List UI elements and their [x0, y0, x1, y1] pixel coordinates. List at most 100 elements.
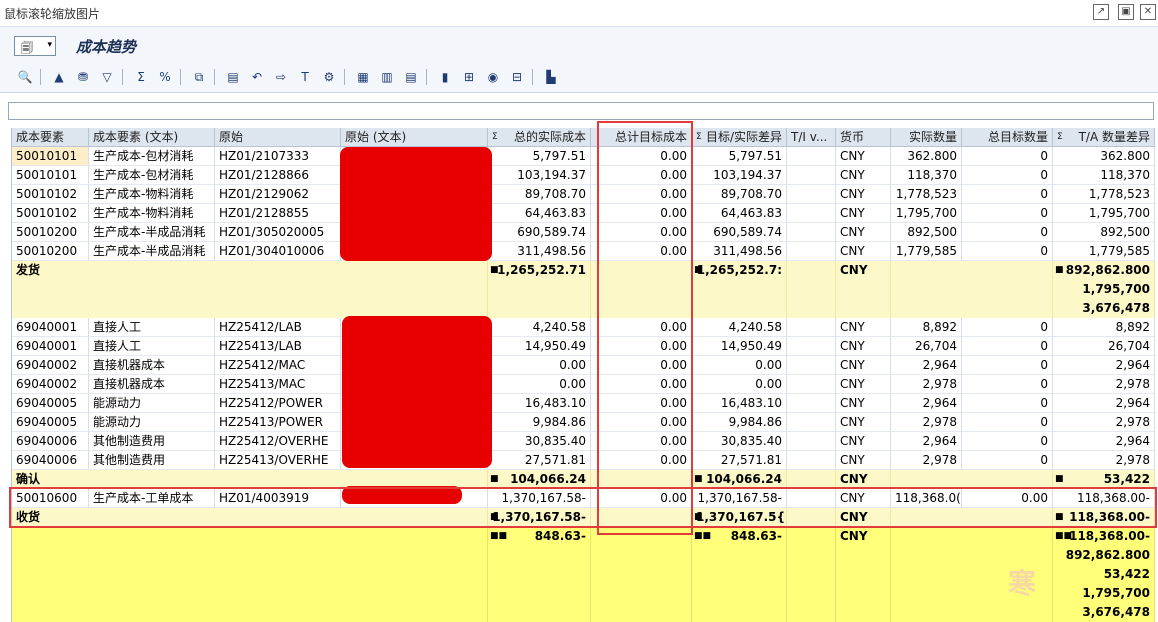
cell-target-qty: 0 — [962, 204, 1053, 223]
abc-analysis-icon[interactable]: T — [296, 68, 314, 86]
sort-icon[interactable]: ▲ — [50, 68, 68, 86]
cell-cost-element[interactable]: 69040005 — [12, 413, 89, 432]
cell-qty-diff: 2,978 — [1053, 451, 1155, 470]
close-icon[interactable]: ✕ — [1140, 4, 1156, 20]
subtotal-icon[interactable]: % — [156, 68, 174, 86]
cell-target-qty: 0 — [962, 375, 1053, 394]
cell-cost-element-text: 生产成本-物料消耗 — [89, 185, 215, 204]
col-total-actual[interactable]: Σ 总的实际成本 — [488, 128, 591, 147]
cell-cost-element[interactable]: 69040002 — [12, 375, 89, 394]
graphic-icon[interactable]: ⚙ — [320, 68, 338, 86]
cell-total-actual: 64,463.83 — [488, 204, 591, 223]
total-currency: CNY — [836, 527, 891, 622]
col-cost-element-text[interactable]: 成本要素 (文本) — [89, 128, 215, 147]
filter-icon[interactable]: ⛃ — [74, 68, 92, 86]
table-row[interactable]: 50010200 生产成本-半成品消耗 HZ01/304010006 311,4… — [12, 242, 1155, 261]
cell-qty-diff: 2,964 — [1053, 356, 1155, 375]
cell-cost-element[interactable]: 50010101 — [12, 166, 89, 185]
subtotal-actual-qty — [891, 261, 1053, 318]
col-origin[interactable]: 原始 — [215, 128, 341, 147]
report-icon[interactable]: ▙ — [542, 68, 560, 86]
chart-icon[interactable]: ▮ — [436, 68, 454, 86]
toolbar: 🔍 ▲ ⛃ ▽ Σ % ⧉ ▤ ↶ ⇨ T ⚙ ▦ ▥ ▤ ▮ ⊞ ◉ ⊟ ▙ — [0, 62, 1158, 93]
col-ti[interactable]: T/I v... — [787, 128, 836, 147]
details-icon[interactable]: 🔍 — [16, 68, 34, 86]
total-marker-icon: ■■ — [490, 531, 508, 541]
restore-icon[interactable]: ▣ — [1118, 4, 1134, 20]
table-row[interactable]: 69040002 直接机器成本 HZ25413/MAC 0.00 0.00 0.… — [12, 375, 1155, 394]
select-icon[interactable]: ⊟ — [508, 68, 526, 86]
sum-icon[interactable]: Σ — [132, 68, 150, 86]
table-row[interactable]: 69040005 能源动力 HZ25413/POWER 9,984.86 0.0… — [12, 413, 1155, 432]
layout-icon[interactable]: ▦ — [354, 68, 372, 86]
cell-cost-element-text: 直接机器成本 — [89, 375, 215, 394]
cell-cost-element[interactable]: 50010200 — [12, 223, 89, 242]
save-layout-icon[interactable]: ▤ — [402, 68, 420, 86]
table-row[interactable]: 69040001 直接人工 HZ25412/LAB 4,240.58 0.00 … — [12, 318, 1155, 337]
spreadsheet-icon[interactable]: ↶ — [248, 68, 266, 86]
col-target-actual-diff[interactable]: Σ 目标/实际差异 — [692, 128, 787, 147]
cell-cost-element[interactable]: 50010101 — [12, 147, 89, 166]
menu-button[interactable]: 🗐 ▾ — [14, 36, 56, 56]
cell-origin: HZ01/305020005 — [215, 223, 341, 242]
table-row[interactable]: 69040006 其他制造费用 HZ25413/OVERHE 27,571.81… — [12, 451, 1155, 470]
grand-total-row[interactable]: ■■ 848.63- ■■ 848.63- CNY ■■ 118,368.00- 8… — [12, 527, 1155, 622]
cell-origin: HZ01/304010006 — [215, 242, 341, 261]
table-row[interactable]: 50010101 生产成本-包材消耗 HZ01/2107333 5,797.51… — [12, 147, 1155, 166]
subtotal-actual: ■ 1,265,252.71 — [488, 261, 591, 318]
cell-cost-element[interactable]: 69040001 — [12, 318, 89, 337]
cell-diff: 4,240.58 — [692, 318, 787, 337]
cell-ti — [787, 432, 836, 451]
cell-cost-element[interactable]: 50010102 — [12, 185, 89, 204]
cell-ti — [787, 166, 836, 185]
col-currency[interactable]: 货币 — [836, 128, 891, 147]
subtotal-row-shipping[interactable]: 发货 ■ 1,265,252.71 ■ 1,265,252.7: CNY ■ 892… — [12, 261, 1155, 318]
col-ta-qty-diff[interactable]: Σ T/A 数量差异 — [1053, 128, 1155, 147]
print-preview-icon[interactable]: ▤ — [224, 68, 242, 86]
table-row[interactable]: 69040001 直接人工 HZ25413/LAB 14,950.49 0.00… — [12, 337, 1155, 356]
cell-cost-element[interactable]: 69040006 — [12, 451, 89, 470]
window-titlebar: 鼠标滚轮缩放图片 ↗ ▣ ✕ — [0, 0, 1158, 26]
cell-cost-element[interactable]: 69040001 — [12, 337, 89, 356]
cell-cost-element[interactable]: 50010200 — [12, 242, 89, 261]
info-icon[interactable]: ◉ — [484, 68, 502, 86]
window-title: 鼠标滚轮缩放图片 — [4, 7, 101, 21]
cell-total-actual: 9,984.86 — [488, 413, 591, 432]
table-row[interactable]: 69040005 能源动力 HZ25412/POWER 16,483.10 0.… — [12, 394, 1155, 413]
cell-diff: 690,589.74 — [692, 223, 787, 242]
cell-target-qty: 0 — [962, 451, 1053, 470]
cell-cost-element[interactable]: 69040005 — [12, 394, 89, 413]
col-origin-text[interactable]: 原始 (文本) — [341, 128, 488, 147]
filter-set-icon[interactable]: ▽ — [98, 68, 116, 86]
col-cost-element[interactable]: 成本要素 — [12, 128, 89, 147]
cell-cost-element[interactable]: 69040002 — [12, 356, 89, 375]
table-row[interactable]: 50010102 生产成本-物料消耗 HZ01/2128855 64,463.8… — [12, 204, 1155, 223]
popout-icon[interactable]: ↗ — [1093, 4, 1109, 20]
cell-origin: HZ01/2107333 — [215, 147, 341, 166]
table-row[interactable]: 50010102 生产成本-物料消耗 HZ01/2129062 89,708.7… — [12, 185, 1155, 204]
cell-actual-qty: 2,964 — [891, 432, 962, 451]
table-row[interactable]: 50010200 生产成本-半成品消耗 HZ01/305020005 690,5… — [12, 223, 1155, 242]
cell-origin: HZ25412/LAB — [215, 318, 341, 337]
change-layout-icon[interactable]: ▥ — [378, 68, 396, 86]
cell-diff: 0.00 — [692, 375, 787, 394]
toolbar-separator — [344, 69, 345, 85]
hierarchy-icon[interactable]: ⊞ — [460, 68, 478, 86]
cell-cost-element[interactable]: 50010102 — [12, 204, 89, 223]
sigma-icon: Σ — [696, 132, 702, 142]
cell-diff: 9,984.86 — [692, 413, 787, 432]
col-total-target-qty[interactable]: 总目标数量 — [962, 128, 1053, 147]
cell-diff: 14,950.49 — [692, 337, 787, 356]
send-icon[interactable]: ⇨ — [272, 68, 290, 86]
table-row[interactable]: 69040006 其他制造费用 HZ25412/OVERHE 30,835.40… — [12, 432, 1155, 451]
table-row[interactable]: 50010101 生产成本-包材消耗 HZ01/2128866 103,194.… — [12, 166, 1155, 185]
cell-cost-element[interactable]: 69040006 — [12, 432, 89, 451]
cell-qty-diff: 2,978 — [1053, 413, 1155, 432]
subtotal-ti — [787, 261, 836, 318]
table-row[interactable]: 69040002 直接机器成本 HZ25412/MAC 0.00 0.00 0.… — [12, 356, 1155, 375]
export-icon[interactable]: ⧉ — [190, 68, 208, 86]
toolbar-separator — [426, 69, 427, 85]
col-actual-qty[interactable]: 实际数量 — [891, 128, 962, 147]
cell-ti — [787, 223, 836, 242]
cell-actual-qty: 362.800 — [891, 147, 962, 166]
